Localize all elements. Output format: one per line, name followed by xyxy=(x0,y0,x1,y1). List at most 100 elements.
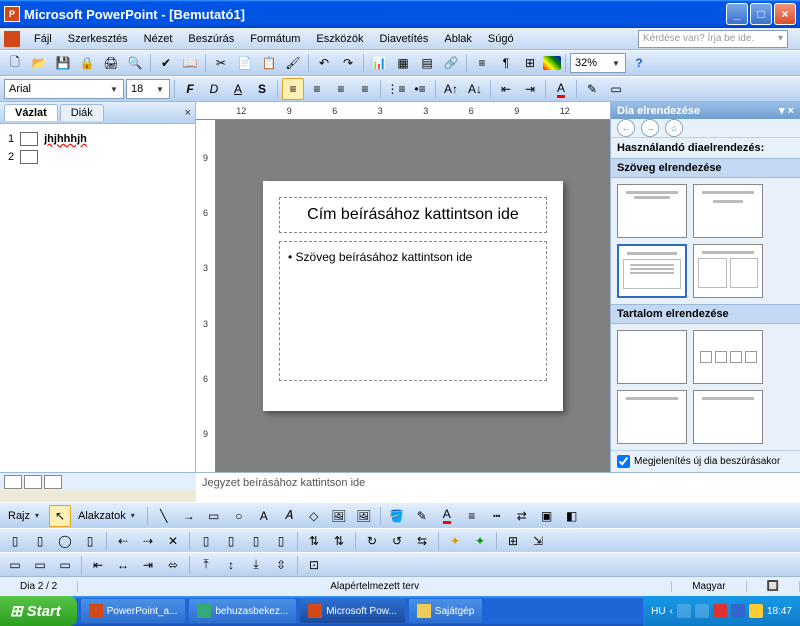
new-slide-button[interactable]: ▭ xyxy=(605,78,627,100)
menu-window[interactable]: Ablak xyxy=(436,31,480,47)
tool-btn[interactable]: ▯ xyxy=(29,530,51,552)
color-grayscale-button[interactable] xyxy=(543,56,561,70)
show-formatting-button[interactable]: ¶ xyxy=(495,52,517,74)
taskbar-item[interactable]: PowerPoint_a... xyxy=(81,599,186,623)
align-center-button[interactable]: ≡ xyxy=(306,78,328,100)
tool-btn[interactable]: ⤒ xyxy=(195,554,217,576)
minimize-button[interactable]: _ xyxy=(726,3,748,25)
shadow-button[interactable]: S xyxy=(251,78,273,100)
decrease-indent-button[interactable]: ⇤ xyxy=(495,78,517,100)
tool-btn[interactable]: ⬄ xyxy=(162,554,184,576)
fill-color-button[interactable]: 🪣 xyxy=(386,505,408,527)
arrow-style-button[interactable]: ⇄ xyxy=(511,505,533,527)
tool-btn[interactable]: ▭ xyxy=(54,554,76,576)
undo-button[interactable]: ↶ xyxy=(313,52,335,74)
paste-button[interactable]: 📋 xyxy=(258,52,280,74)
outline-item-1[interactable]: 1 jhjhhhjh xyxy=(6,130,189,148)
font-name-combo[interactable]: Arial ▼ xyxy=(4,79,124,99)
layout-title-content2[interactable] xyxy=(693,390,763,444)
tab-outline[interactable]: Vázlat xyxy=(4,104,58,121)
research-button[interactable]: 📖 xyxy=(179,52,201,74)
tables-borders-button[interactable]: ▤ xyxy=(416,52,438,74)
slide-design-button[interactable]: ✎ xyxy=(581,78,603,100)
open-button[interactable]: 📂 xyxy=(28,52,50,74)
slide-body-placeholder[interactable]: • Szöveg beírásához kattintson ide xyxy=(279,241,547,381)
tool-btn[interactable]: ⊡ xyxy=(303,554,325,576)
cut-button[interactable]: ✂ xyxy=(210,52,232,74)
zoom-combo[interactable]: 32% ▼ xyxy=(570,53,626,73)
normal-view-button[interactable] xyxy=(4,475,22,489)
numbering-button[interactable]: ⋮≡ xyxy=(385,78,407,100)
slide-canvas[interactable]: Cím beírásához kattintson ide • Szöveg b… xyxy=(216,120,610,472)
tool-btn[interactable]: ◯ xyxy=(54,530,76,552)
increase-indent-button[interactable]: ⇥ xyxy=(519,78,541,100)
menu-file[interactable]: Fájl xyxy=(26,31,60,47)
shadow-style-button[interactable]: ▣ xyxy=(536,505,558,527)
help-button[interactable]: ? xyxy=(628,52,650,74)
italic-button[interactable]: D xyxy=(203,78,225,100)
menu-slideshow[interactable]: Diavetítés xyxy=(371,31,436,47)
tool-btn[interactable]: ⇳ xyxy=(270,554,292,576)
taskbar-item[interactable]: behuzasbekez... xyxy=(189,599,296,623)
tool-btn[interactable]: ⇥ xyxy=(137,554,159,576)
align-justify-button[interactable]: ≡ xyxy=(354,78,376,100)
new-button[interactable]: 🗋 xyxy=(4,52,26,74)
tool-btn[interactable]: ⇠ xyxy=(112,530,134,552)
picture-button[interactable]: 🖼 xyxy=(353,505,375,527)
tray-icon[interactable] xyxy=(713,604,727,618)
tool-btn[interactable]: ↺ xyxy=(386,530,408,552)
print-button[interactable]: 🖨 xyxy=(100,52,122,74)
insert-table-button[interactable]: ▦ xyxy=(392,52,414,74)
menu-tools[interactable]: Eszközök xyxy=(308,31,371,47)
tray-icon[interactable] xyxy=(695,604,709,618)
font-color-button-2[interactable]: A xyxy=(436,505,458,527)
tool-btn[interactable]: ↻ xyxy=(361,530,383,552)
taskbar-item[interactable]: Sajátgép xyxy=(409,599,482,623)
bold-button[interactable]: F xyxy=(179,78,201,100)
show-grid-button[interactable]: ⊞ xyxy=(519,52,541,74)
tool-btn[interactable]: ✦ xyxy=(444,530,466,552)
outline-item-2[interactable]: 2 xyxy=(6,148,189,166)
tool-btn[interactable]: ⊞ xyxy=(502,530,524,552)
layout-title-only[interactable] xyxy=(617,184,687,238)
layout-blank[interactable] xyxy=(617,330,687,384)
line-style-button[interactable]: ≡ xyxy=(461,505,483,527)
wordart-button[interactable]: 𝐴 xyxy=(278,505,300,527)
line-button[interactable]: ╲ xyxy=(153,505,175,527)
tool-btn[interactable]: ▭ xyxy=(4,554,26,576)
line-color-button[interactable]: ✎ xyxy=(411,505,433,527)
layout-title-subtitle[interactable] xyxy=(693,184,763,238)
taskpane-dropdown-icon[interactable]: ▾ xyxy=(779,105,785,117)
taskpane-show-on-insert[interactable]: Megjelenítés új dia beszúrásakor xyxy=(611,450,800,472)
insert-chart-button[interactable]: 📊 xyxy=(368,52,390,74)
tool-btn[interactable]: ⇅ xyxy=(303,530,325,552)
tool-btn[interactable]: ▯ xyxy=(220,530,242,552)
tool-btn[interactable]: ▯ xyxy=(245,530,267,552)
tool-btn[interactable]: ⇆ xyxy=(411,530,433,552)
increase-font-button[interactable]: A↑ xyxy=(440,78,462,100)
decrease-font-button[interactable]: A↓ xyxy=(464,78,486,100)
tray-icon[interactable] xyxy=(677,604,691,618)
tool-btn[interactable]: ▯ xyxy=(270,530,292,552)
taskpane-close-icon[interactable]: × xyxy=(788,105,794,117)
oval-button[interactable]: ○ xyxy=(228,505,250,527)
clipart-button[interactable]: 🖼 xyxy=(328,505,350,527)
tray-chevron-icon[interactable]: ‹ xyxy=(670,606,673,617)
tool-btn[interactable]: ✦ xyxy=(469,530,491,552)
maximize-button[interactable]: □ xyxy=(750,3,772,25)
3d-style-button[interactable]: ◧ xyxy=(561,505,583,527)
permission-button[interactable]: 🔒 xyxy=(76,52,98,74)
outline-close-button[interactable]: × xyxy=(185,107,191,119)
tool-btn[interactable]: ▯ xyxy=(195,530,217,552)
font-size-combo[interactable]: 18 ▼ xyxy=(126,79,170,99)
redo-button[interactable]: ↷ xyxy=(337,52,359,74)
notes-pane[interactable]: Jegyzet beírásához kattintson ide xyxy=(196,472,800,502)
textbox-button[interactable]: A xyxy=(253,505,275,527)
menu-edit[interactable]: Szerkesztés xyxy=(60,31,136,47)
print-preview-button[interactable]: 🔍 xyxy=(124,52,146,74)
taskpane-forward-button[interactable]: → xyxy=(641,119,659,137)
tab-slides[interactable]: Diák xyxy=(60,104,104,121)
align-left-button[interactable]: ≡ xyxy=(282,78,304,100)
format-painter-button[interactable]: 🖌 xyxy=(282,52,304,74)
save-button[interactable]: 💾 xyxy=(52,52,74,74)
